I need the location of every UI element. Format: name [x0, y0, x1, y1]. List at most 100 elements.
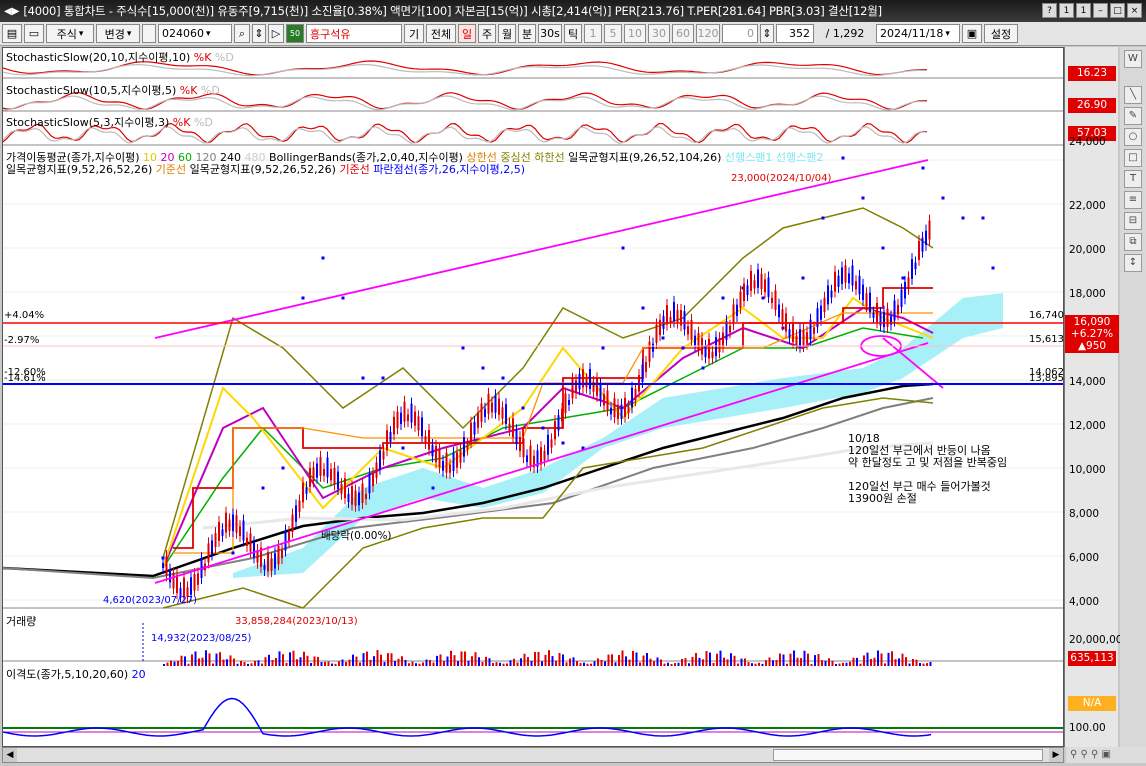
candle-body [281, 549, 283, 559]
save-icon[interactable]: ▣ [962, 24, 982, 43]
current-price-badge: 16,090 +6.27% ▲950 [1065, 315, 1119, 353]
line-tool-icon[interactable]: ╲ [1124, 86, 1142, 104]
ellipse-tool-icon[interactable]: ○ [1124, 128, 1142, 146]
maximize-button[interactable]: □ [1110, 3, 1125, 18]
interval-5[interactable]: 5 [604, 24, 622, 43]
period-button-month[interactable]: 월 [498, 24, 516, 43]
zoom-controls[interactable]: ⚲ ⚲ ⚲ ▣ [1066, 747, 1146, 763]
interval-1[interactable]: 1 [584, 24, 602, 43]
candle-body [232, 514, 234, 531]
scroll-thumb[interactable] [773, 749, 1043, 761]
interval-stepper-icon[interactable]: ⇕ [760, 24, 774, 43]
candle-body [400, 412, 402, 424]
y-tick-6000: 6,000 [1069, 552, 1100, 564]
channel-tool-icon[interactable]: ⧉ [1124, 233, 1142, 251]
help-button[interactable]: ? [1042, 3, 1057, 18]
rect-tool-icon[interactable]: □ [1124, 149, 1142, 167]
chart-scrollbar[interactable]: ◀ ▶ [2, 747, 1064, 763]
interval-10[interactable]: 10 [624, 24, 646, 43]
interval-120[interactable]: 120 [696, 24, 720, 43]
period-button-minute[interactable]: 분 [518, 24, 536, 43]
stock-code-input[interactable]: 024060 [158, 24, 232, 43]
y-tick-20000: 20,000 [1069, 244, 1106, 256]
arrow-tool-icon[interactable]: ↕ [1124, 254, 1142, 272]
period-button-week[interactable]: 주 [478, 24, 496, 43]
date-input[interactable]: 2024/11/18 [876, 24, 960, 43]
period-button-30s[interactable]: 30s [538, 24, 562, 43]
screen-menu-icon[interactable]: ▤ [2, 24, 22, 43]
scroll-right-icon[interactable]: ▶ [1049, 748, 1063, 762]
volume-bar [551, 656, 554, 666]
range-tool-icon[interactable]: ⊟ [1124, 212, 1142, 230]
candle-body [711, 351, 714, 359]
volume-bar [457, 661, 459, 666]
blank-toggle[interactable] [142, 24, 156, 43]
settings-button[interactable]: 설정 [984, 24, 1018, 43]
candle-body [911, 259, 913, 279]
volume-bar [558, 653, 561, 666]
psar-dot [601, 346, 605, 350]
volume-bar [219, 652, 221, 666]
chart-canvas[interactable]: StochasticSlow(20,10,지수이평,10) %K %D Stoc… [2, 47, 1064, 747]
volume-bar [285, 662, 288, 666]
flag-badge[interactable]: 50 [286, 24, 304, 43]
volume-bar [418, 663, 421, 666]
asset-type-select[interactable]: 주식 [46, 24, 94, 43]
scroll-left-icon[interactable]: ◀ [3, 748, 17, 762]
candle-body [764, 279, 766, 293]
text-tool-icon[interactable]: T [1124, 170, 1142, 188]
volume-bar [327, 661, 330, 666]
volume-bar [702, 659, 704, 666]
monitor-icon[interactable]: ▭ [24, 24, 44, 43]
candle-body [641, 364, 644, 382]
candle-body [267, 551, 269, 572]
period-button-all[interactable]: 전체 [426, 24, 456, 43]
candle-body [757, 269, 759, 288]
candle-body [547, 434, 549, 455]
minimize-button[interactable]: – [1093, 3, 1108, 18]
nav-arrows-icon[interactable]: ◀▶ [4, 6, 19, 17]
close-button[interactable]: × [1127, 3, 1142, 18]
candle-body [253, 542, 255, 558]
candle-body [778, 304, 780, 318]
candle-body [372, 473, 374, 487]
stepper-icon[interactable]: ⇕ [252, 24, 266, 43]
link2-button[interactable]: 1 [1076, 3, 1091, 18]
psar-dot [361, 376, 365, 380]
period-button-gi[interactable]: 기 [404, 24, 424, 43]
volume-bar [226, 659, 228, 666]
volume-bar [163, 664, 165, 666]
candle-body [466, 444, 469, 450]
next-icon[interactable]: ▷ [268, 24, 284, 43]
fibonacci-tool-icon[interactable]: ≡ [1124, 191, 1142, 209]
volume-bar [373, 656, 375, 666]
volume-bar [443, 661, 445, 666]
volume-bar [901, 653, 904, 666]
period-button-tick[interactable]: 틱 [564, 24, 582, 43]
pen-tool-icon[interactable]: ✎ [1124, 107, 1142, 125]
link1-button[interactable]: 1 [1059, 3, 1074, 18]
candle-body [837, 275, 840, 287]
interval-input[interactable]: 0 [722, 24, 758, 43]
ichi1-span2-label: 선행스팬2 [775, 151, 824, 164]
interval-60[interactable]: 60 [672, 24, 694, 43]
volume-bar [628, 659, 631, 666]
candle-body [694, 335, 696, 346]
w-tool-icon[interactable]: W [1124, 50, 1142, 68]
volume-bar [555, 660, 557, 666]
period-button-day[interactable]: 일 [458, 24, 476, 43]
interval-30[interactable]: 30 [648, 24, 670, 43]
candle-body [396, 411, 399, 429]
candle-body [424, 436, 427, 443]
search-icon[interactable]: ⌕ [234, 24, 250, 43]
count-input[interactable]: 352 [776, 24, 814, 43]
change-select[interactable]: 변경 [96, 24, 140, 43]
candle-body [876, 302, 878, 323]
ichi1-span1-label: 선행스팬1 [724, 151, 773, 164]
candle-body [554, 421, 556, 440]
candle-body [568, 399, 570, 405]
candle-body [813, 327, 815, 334]
candle-body [508, 423, 511, 431]
volume-bar [485, 656, 487, 666]
volume-bar [625, 656, 627, 666]
